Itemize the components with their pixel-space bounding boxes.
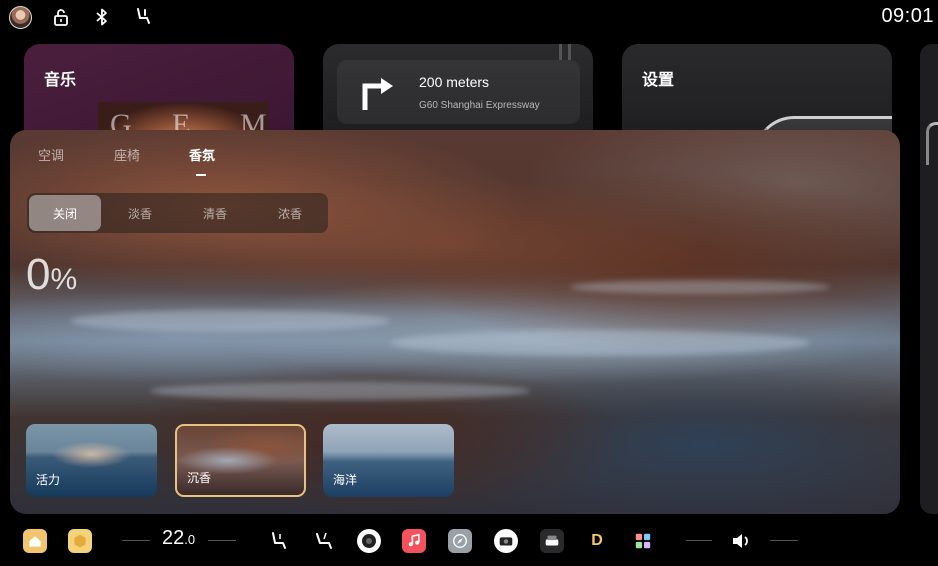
dock: 22.0 D <box>0 518 938 566</box>
handle-icon <box>559 44 571 60</box>
box-icon[interactable] <box>68 529 92 553</box>
divider <box>686 540 712 541</box>
tab-air-conditioning[interactable]: 空调 <box>38 145 64 164</box>
status-bar: 09:01 <box>0 0 938 36</box>
car-icon[interactable] <box>540 529 564 553</box>
intensity-off[interactable]: 关闭 <box>29 195 101 231</box>
divider <box>770 540 798 541</box>
background-streak <box>150 382 530 400</box>
intensity-selector: 关闭 淡香 清香 浓香 <box>27 193 328 233</box>
divider <box>122 540 150 541</box>
active-tab-indicator <box>196 174 206 176</box>
seat-icon[interactable] <box>133 7 153 27</box>
next-card-edge[interactable] <box>920 44 938 514</box>
background-streak <box>390 330 810 356</box>
turn-instruction: 200 meters G60 Shanghai Expressway <box>337 60 580 124</box>
temperature-readout[interactable]: 22.0 <box>162 527 195 550</box>
seat-recline-icon[interactable] <box>312 530 334 552</box>
apps-grid-icon[interactable] <box>631 529 655 553</box>
media-icon[interactable] <box>494 529 518 553</box>
divider <box>208 540 236 541</box>
settings-card-title: 设置 <box>642 70 675 89</box>
intensity-strong[interactable]: 浓香 <box>254 195 326 231</box>
scene-label: 活力 <box>36 473 61 487</box>
bluetooth-icon[interactable] <box>92 7 112 27</box>
level-unit: % <box>50 263 78 296</box>
seat-heat-icon[interactable] <box>267 530 289 552</box>
scene-vitality[interactable]: 活力 <box>26 424 157 497</box>
scene-label: 海洋 <box>333 473 358 487</box>
d-icon[interactable]: D <box>585 529 609 553</box>
tab-seat[interactable]: 座椅 <box>114 145 140 164</box>
scene-agarwood[interactable]: 沉香 <box>175 424 306 497</box>
volume-icon[interactable] <box>730 530 752 552</box>
avatar[interactable] <box>9 6 32 29</box>
background-streak <box>70 310 390 332</box>
fragrance-panel: 空调 座椅 香氛 关闭 淡香 清香 浓香 0% 活力 沉香 海洋 <box>10 130 900 514</box>
temperature-int: 22 <box>162 527 185 549</box>
music-card-title: 音乐 <box>44 70 77 89</box>
fragrance-level: 0% <box>26 250 77 300</box>
intensity-fresh[interactable]: 清香 <box>179 195 251 231</box>
background-streak <box>570 280 830 294</box>
level-value: 0 <box>26 250 51 299</box>
scene-label: 沉香 <box>187 471 212 485</box>
turn-right-icon <box>357 72 397 112</box>
turn-distance: 200 meters <box>419 74 490 90</box>
clock: 09:01 <box>881 5 934 27</box>
camera-icon[interactable] <box>357 529 381 553</box>
home-icon[interactable] <box>23 529 47 553</box>
music-app-icon[interactable] <box>402 529 426 553</box>
unlock-icon[interactable] <box>51 7 71 27</box>
temperature-dec: .0 <box>184 532 196 547</box>
tab-fragrance[interactable]: 香氛 <box>189 145 215 164</box>
scene-ocean[interactable]: 海洋 <box>323 424 454 497</box>
intensity-light[interactable]: 淡香 <box>104 195 176 231</box>
compass-icon[interactable] <box>448 529 472 553</box>
road-name: G60 Shanghai Expressway <box>419 100 540 111</box>
